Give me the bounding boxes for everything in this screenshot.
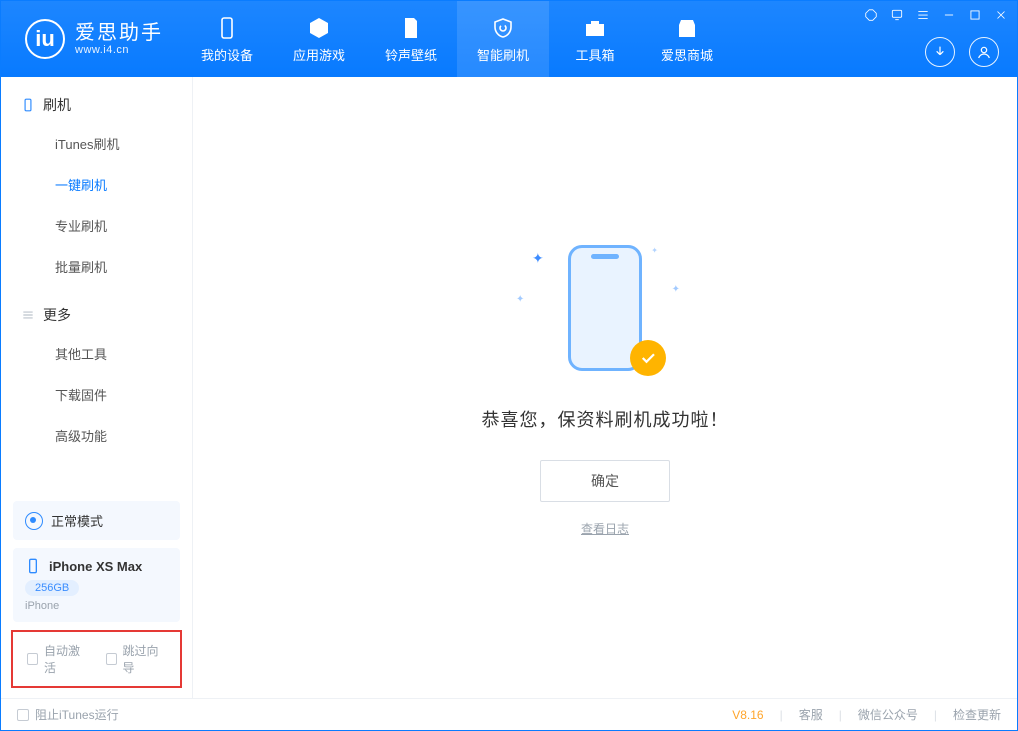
sidebar: 刷机 iTunes刷机 一键刷机 专业刷机 批量刷机 更多 其他工具 下载固件 … — [1, 77, 193, 698]
sidebar-section-flash: 刷机 — [1, 77, 192, 123]
tab-smart-flash[interactable]: 智能刷机 — [457, 1, 549, 77]
sidebar-item-advanced[interactable]: 高级功能 — [1, 415, 192, 456]
cube-icon — [306, 15, 332, 41]
footer-link-wechat[interactable]: 微信公众号 — [858, 706, 918, 723]
sidebar-item-oneclick-flash[interactable]: 一键刷机 — [1, 164, 192, 205]
sidebar-item-itunes-flash[interactable]: iTunes刷机 — [1, 123, 192, 164]
logo: iu 爱思助手 www.i4.cn — [1, 1, 181, 77]
mode-indicator[interactable]: 正常模式 — [13, 501, 180, 540]
minimize-icon[interactable] — [941, 7, 957, 23]
sidebar-item-batch-flash[interactable]: 批量刷机 — [1, 246, 192, 287]
device-name: iPhone XS Max — [49, 559, 142, 574]
nav-tabs: 我的设备 应用游戏 铃声壁纸 智能刷机 工具箱 爱思商城 — [181, 1, 733, 77]
download-button[interactable] — [925, 37, 955, 67]
checkbox-skip-guide[interactable]: 跳过向导 — [106, 642, 167, 676]
theme-icon[interactable] — [863, 7, 879, 23]
header-right-buttons — [925, 37, 999, 67]
feedback-icon[interactable] — [889, 7, 905, 23]
logo-icon: iu — [25, 19, 65, 59]
window-controls — [863, 7, 1009, 23]
tab-my-device[interactable]: 我的设备 — [181, 1, 273, 77]
sparkle-icon: ✦ — [651, 246, 658, 255]
version-label: V8.16 — [732, 708, 763, 722]
success-illustration: ✦ ✦ ✦ ✦ — [510, 238, 700, 378]
device-capacity: 256GB — [25, 580, 79, 596]
tab-apps-games[interactable]: 应用游戏 — [273, 1, 365, 77]
success-message: 恭喜您，保资料刷机成功啦！ — [482, 406, 729, 432]
sidebar-section-more: 更多 — [1, 287, 192, 333]
success-check-icon — [630, 340, 666, 376]
body: 刷机 iTunes刷机 一键刷机 专业刷机 批量刷机 更多 其他工具 下载固件 … — [1, 77, 1017, 698]
sparkle-icon: ✦ — [672, 284, 680, 295]
footer-link-support[interactable]: 客服 — [799, 706, 823, 723]
footer-link-update[interactable]: 检查更新 — [953, 706, 1001, 723]
footer: 阻止iTunes运行 V8.16 | 客服 | 微信公众号 | 检查更新 — [1, 698, 1017, 730]
maximize-icon[interactable] — [967, 7, 983, 23]
options-highlighted: 自动激活 跳过向导 — [11, 630, 182, 688]
view-log-link[interactable]: 查看日志 — [581, 520, 629, 537]
device-type: iPhone — [25, 600, 168, 612]
phone-icon — [214, 15, 240, 41]
toolbox-icon — [582, 15, 608, 41]
checkbox-auto-activate[interactable]: 自动激活 — [27, 642, 88, 676]
ok-button[interactable]: 确定 — [540, 460, 670, 502]
list-icon — [21, 308, 35, 322]
sidebar-item-other-tools[interactable]: 其他工具 — [1, 333, 192, 374]
sparkle-icon: ✦ — [516, 294, 524, 305]
app-url: www.i4.cn — [75, 44, 163, 56]
sidebar-item-pro-flash[interactable]: 专业刷机 — [1, 205, 192, 246]
sparkle-icon: ✦ — [532, 250, 544, 267]
mode-dot-icon — [25, 512, 43, 530]
user-button[interactable] — [969, 37, 999, 67]
menu-icon[interactable] — [915, 7, 931, 23]
store-icon — [674, 15, 700, 41]
device-info[interactable]: iPhone XS Max 256GB iPhone — [13, 548, 180, 622]
close-icon[interactable] — [993, 7, 1009, 23]
app-window: iu 爱思助手 www.i4.cn 我的设备 应用游戏 铃声壁纸 智能刷机 — [0, 0, 1018, 731]
music-file-icon — [398, 15, 424, 41]
phone-small-icon — [25, 558, 41, 574]
tab-ringtone-wallpaper[interactable]: 铃声壁纸 — [365, 1, 457, 77]
tab-toolbox[interactable]: 工具箱 — [549, 1, 641, 77]
checkbox-block-itunes[interactable]: 阻止iTunes运行 — [17, 706, 119, 723]
device-icon — [21, 98, 35, 112]
app-name: 爱思助手 — [75, 22, 163, 44]
header: iu 爱思助手 www.i4.cn 我的设备 应用游戏 铃声壁纸 智能刷机 — [1, 1, 1017, 77]
main-content: ✦ ✦ ✦ ✦ 恭喜您，保资料刷机成功啦！ 确定 查看日志 — [193, 77, 1017, 698]
tab-store[interactable]: 爱思商城 — [641, 1, 733, 77]
sidebar-bottom: 正常模式 iPhone XS Max 256GB iPhone 自动激活 跳过向… — [1, 493, 192, 698]
shield-refresh-icon — [490, 15, 516, 41]
sidebar-item-download-firmware[interactable]: 下载固件 — [1, 374, 192, 415]
